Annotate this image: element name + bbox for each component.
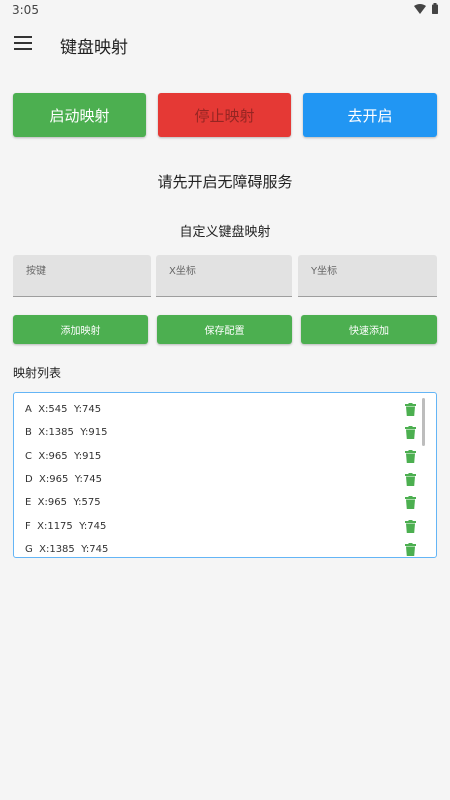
section-title: 自定义键盘映射 bbox=[179, 225, 271, 240]
trash-icon[interactable] bbox=[405, 520, 416, 533]
battery-icon bbox=[432, 3, 438, 14]
status-icons bbox=[414, 3, 438, 14]
mapping-text: F X:1175 Y:745 bbox=[25, 521, 107, 532]
y-field-container bbox=[298, 255, 437, 297]
mapping-text: A X:545 Y:745 bbox=[25, 404, 102, 415]
quick-add-button[interactable]: 快速添加 bbox=[301, 315, 437, 344]
mapping-list-label: 映射列表 bbox=[13, 366, 62, 380]
open-service-button[interactable]: 去开启 bbox=[303, 93, 437, 137]
trash-icon[interactable] bbox=[405, 403, 416, 416]
trash-icon[interactable] bbox=[405, 543, 416, 556]
list-item: E X:965 Y:575 bbox=[14, 491, 436, 514]
x-field-container bbox=[156, 255, 292, 297]
trash-icon[interactable] bbox=[405, 450, 416, 463]
wifi-icon bbox=[414, 3, 426, 14]
status-bar: 3:05 bbox=[0, 0, 450, 22]
menu-icon[interactable] bbox=[14, 36, 32, 50]
mapping-text: D X:965 Y:745 bbox=[25, 474, 102, 485]
list-item: A X:545 Y:745 bbox=[14, 398, 436, 421]
key-field-container bbox=[13, 255, 151, 297]
list-item: F X:1175 Y:745 bbox=[14, 515, 436, 538]
list-scrollbar[interactable] bbox=[422, 398, 425, 446]
mapping-list[interactable]: A X:545 Y:745 B X:1385 Y:915 C X:965 Y:9… bbox=[13, 392, 437, 558]
trash-icon[interactable] bbox=[405, 426, 416, 439]
mapping-text: C X:965 Y:915 bbox=[25, 451, 102, 462]
page-title: 键盘映射 bbox=[60, 38, 128, 58]
list-item: G X:1385 Y:745 bbox=[14, 538, 436, 557]
mapping-text: G X:1385 Y:745 bbox=[25, 544, 109, 555]
list-item: C X:965 Y:915 bbox=[14, 445, 436, 468]
list-item: B X:1385 Y:915 bbox=[14, 421, 436, 444]
status-time: 3:05 bbox=[12, 3, 39, 17]
app-bar: 键盘映射 bbox=[0, 22, 450, 68]
mapping-text: B X:1385 Y:915 bbox=[25, 427, 108, 438]
start-mapping-button[interactable]: 启动映射 bbox=[13, 93, 146, 137]
mapping-text: E X:965 Y:575 bbox=[25, 497, 101, 508]
x-coordinate-input[interactable] bbox=[156, 255, 292, 296]
key-input[interactable] bbox=[13, 255, 151, 296]
y-coordinate-input[interactable] bbox=[298, 255, 437, 296]
add-mapping-button[interactable]: 添加映射 bbox=[13, 315, 148, 344]
list-item: D X:965 Y:745 bbox=[14, 468, 436, 491]
stop-mapping-button[interactable]: 停止映射 bbox=[158, 93, 291, 137]
service-status-text: 请先开启无障碍服务 bbox=[157, 173, 293, 191]
save-config-button[interactable]: 保存配置 bbox=[157, 315, 292, 344]
trash-icon[interactable] bbox=[405, 473, 416, 486]
trash-icon[interactable] bbox=[405, 496, 416, 509]
